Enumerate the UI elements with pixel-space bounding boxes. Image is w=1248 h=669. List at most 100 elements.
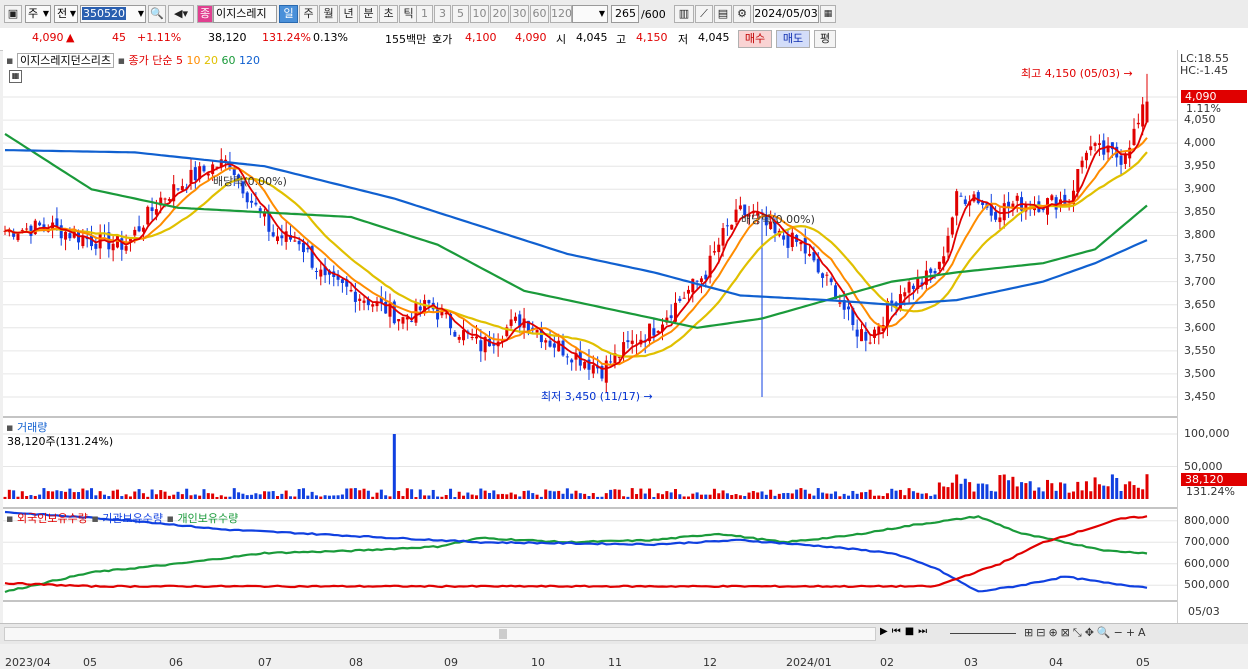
interval-tab-1[interactable]: 3	[434, 5, 451, 23]
zoom-in-icon[interactable]: +	[1126, 626, 1138, 639]
chart-canvas[interactable]	[3, 50, 1177, 623]
volume-bar	[1084, 481, 1088, 499]
interval-tab-7[interactable]: 120	[550, 5, 572, 23]
fast-forward-icon[interactable]: ⏭	[918, 626, 931, 637]
interval-tab-2[interactable]: 5	[452, 5, 469, 23]
volume-bar	[860, 492, 863, 499]
layout2-icon[interactable]: ⊟	[1036, 626, 1048, 639]
candle-body	[678, 298, 682, 301]
interval-select[interactable]: ▼	[572, 5, 608, 23]
stop-icon[interactable]: ■	[905, 626, 918, 637]
prev-select[interactable]: 전 ▼	[54, 5, 78, 23]
period-tab-0[interactable]: 일	[279, 5, 298, 23]
candle-body	[358, 298, 362, 301]
period-tab-2[interactable]: 월	[319, 5, 338, 23]
market-select[interactable]: 주 ▼	[25, 5, 51, 23]
code-input[interactable]: 350520 ▼	[80, 5, 146, 23]
volume-bar	[747, 492, 751, 499]
volume-bar	[981, 483, 985, 499]
buy-button[interactable]: 매수	[738, 30, 772, 48]
window-menu-icon[interactable]: ▣	[4, 5, 22, 23]
period-tab-5[interactable]: 초	[379, 5, 398, 23]
volume-bar	[85, 490, 89, 499]
font-size-icon[interactable]: A	[1138, 626, 1149, 639]
sell-button[interactable]: 매도	[776, 30, 810, 48]
volume-bar	[557, 490, 561, 499]
interval-tab-5[interactable]: 30	[510, 5, 529, 23]
price-tick-label: 4,050	[1184, 113, 1216, 127]
pan-icon[interactable]: ✥	[1085, 626, 1097, 639]
gear-icon[interactable]: ⚙	[733, 5, 751, 23]
interval-tab-3[interactable]: 10	[470, 5, 489, 23]
count-max: /600	[641, 8, 666, 21]
candle-body	[137, 226, 141, 232]
candle-body	[544, 340, 548, 343]
volume-bar	[665, 491, 669, 499]
volume-bar	[323, 495, 327, 499]
low-label: 저	[678, 33, 689, 46]
volume-bar	[695, 492, 699, 499]
interval-tab-4[interactable]: 20	[490, 5, 509, 23]
volume-bar	[877, 495, 881, 499]
grid-icon[interactable]: ⊠	[1061, 626, 1073, 639]
volume-bar	[128, 496, 132, 499]
count-input[interactable]: 265	[611, 5, 639, 23]
volume-bar	[994, 491, 998, 499]
volume-bar	[133, 491, 137, 499]
volume-bar	[643, 493, 647, 499]
dividend-note-1: 배당락(0.00%)	[213, 175, 287, 188]
period-tab-3[interactable]: 년	[339, 5, 358, 23]
trade-amount: 155백만	[385, 33, 427, 46]
draw-tool-icon[interactable]: ⟋	[695, 5, 713, 23]
layout-icon[interactable]: ⊞	[1024, 626, 1036, 639]
period-tab-4[interactable]: 분	[359, 5, 378, 23]
volume-bar	[1024, 483, 1028, 499]
period-tab-1[interactable]: 주	[299, 5, 318, 23]
candle-body	[682, 297, 686, 299]
volume-bar	[678, 494, 682, 499]
interval-tab-6[interactable]: 60	[530, 5, 549, 23]
speed-slider[interactable]	[950, 633, 1016, 634]
rewind-icon[interactable]: ⏮	[892, 626, 905, 637]
volume-bar	[950, 482, 954, 499]
save-icon[interactable]: ▤	[714, 5, 732, 23]
candle-body	[111, 243, 115, 251]
volume-bar	[790, 493, 794, 499]
crosshair-icon[interactable]: ⊕	[1048, 626, 1060, 639]
scroll-thumb[interactable]	[499, 629, 507, 639]
volume-bar	[453, 497, 457, 499]
chart-area[interactable]: ▪ 이지스레지던스리츠 ▪ 종가 단순 5 10 20 60 120 ▦ 최고 …	[3, 50, 1177, 669]
candle-body	[712, 251, 716, 253]
search-icon[interactable]: 🔍	[148, 5, 166, 23]
volume-bar	[1002, 474, 1006, 499]
horizontal-scrollbar[interactable]	[4, 627, 876, 641]
candle-body	[963, 199, 967, 205]
table-toggle-icon[interactable]: ▦	[9, 70, 22, 83]
volume-bar	[176, 491, 180, 499]
ruler-icon[interactable]: ⤡	[1073, 626, 1085, 639]
volume-bar	[734, 494, 738, 499]
play-right-icon[interactable]: ▶	[880, 626, 892, 637]
volume-bar	[159, 490, 163, 499]
candle-body	[548, 340, 552, 347]
volume-bar	[410, 489, 414, 499]
volume-bar	[366, 490, 370, 499]
volume-bar	[1136, 487, 1140, 499]
volume-bar	[1054, 490, 1058, 499]
volume-bar	[228, 496, 232, 499]
evaluate-button[interactable]: 평	[814, 30, 836, 48]
zoom-out-icon[interactable]: −	[1114, 626, 1126, 639]
date-input[interactable]: 2024/05/03	[753, 5, 819, 23]
candle-body	[583, 361, 587, 369]
zoom-search-icon[interactable]: 🔍	[1097, 626, 1114, 639]
volume-bar	[916, 492, 920, 499]
volume-bar	[466, 492, 470, 499]
speaker-icon[interactable]: ◀▾	[168, 5, 194, 23]
interval-tab-0[interactable]: 1	[416, 5, 433, 23]
volume-bar	[1141, 489, 1145, 499]
chart-type-icon[interactable]: ▥	[674, 5, 694, 23]
volume-bar	[102, 494, 106, 499]
calendar-icon[interactable]: ▦	[820, 5, 836, 23]
volume-bar	[163, 491, 167, 499]
candle-body	[821, 273, 825, 278]
